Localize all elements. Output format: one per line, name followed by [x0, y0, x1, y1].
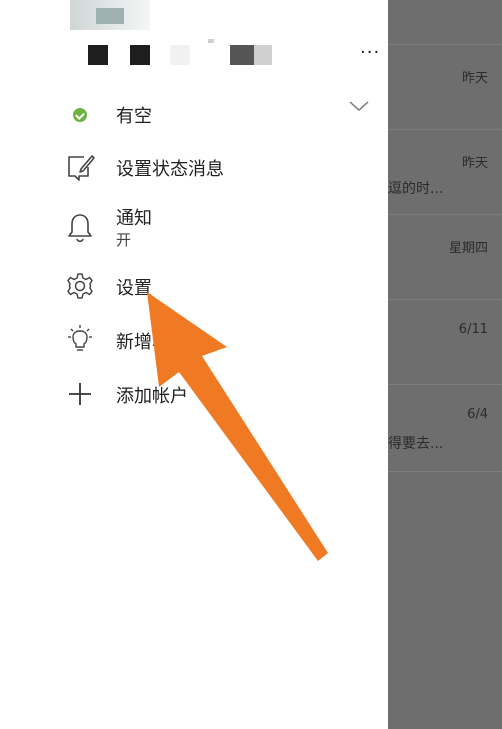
list-item[interactable]: 昨天	[388, 45, 502, 130]
bell-icon	[60, 208, 100, 248]
notifications-status: 开	[116, 231, 132, 249]
avatar[interactable]	[70, 0, 150, 30]
navigation-drawer: ··· 有空 设置状态消息 通知 开 设置 新增功能 添加帐户	[0, 0, 388, 729]
list-item-date: 昨天	[461, 71, 488, 86]
list-item-date: 6/4	[467, 407, 488, 422]
more-options-icon[interactable]: ···	[360, 44, 384, 62]
set-status-message-button[interactable]: 设置状态消息	[60, 145, 380, 189]
list-item-snippet: 逗的时...	[388, 181, 444, 197]
plus-icon	[60, 374, 100, 414]
list-item[interactable]	[388, 0, 502, 45]
whats-new-label: 新增功能	[116, 332, 188, 353]
whats-new-button[interactable]: 新增功能	[60, 318, 380, 362]
list-item[interactable]: 6/11	[388, 300, 502, 385]
notifications-button[interactable]: 通知 开	[60, 200, 380, 254]
list-item[interactable]: 星期四	[388, 215, 502, 300]
chevron-down-icon	[349, 101, 369, 112]
notifications-label: 通知	[116, 208, 152, 229]
status-label: 有空	[116, 106, 152, 127]
status-available-icon	[60, 95, 100, 135]
lightbulb-icon	[60, 320, 100, 360]
list-item-date: 星期四	[448, 241, 488, 256]
list-item-snippet: 得要去...	[388, 436, 444, 452]
set-status-message-label: 设置状态消息	[116, 159, 224, 180]
edit-message-icon	[60, 147, 100, 187]
add-account-button[interactable]: 添加帐户	[60, 372, 380, 416]
list-item-date: 6/11	[458, 322, 488, 337]
list-item[interactable]: 6/4 得要去...	[388, 385, 502, 472]
settings-button[interactable]: 设置	[60, 264, 380, 308]
list-item-date: 昨天	[461, 156, 488, 171]
gear-icon	[60, 266, 100, 306]
status-selector[interactable]: 有空	[60, 93, 380, 137]
list-item[interactable]: 昨天 逗的时...	[388, 130, 502, 215]
settings-label: 设置	[116, 278, 152, 299]
background-mail-list: 昨天 昨天 逗的时... 星期四 6/11 6/4 得要去...	[388, 0, 502, 729]
add-account-label: 添加帐户	[116, 386, 188, 407]
